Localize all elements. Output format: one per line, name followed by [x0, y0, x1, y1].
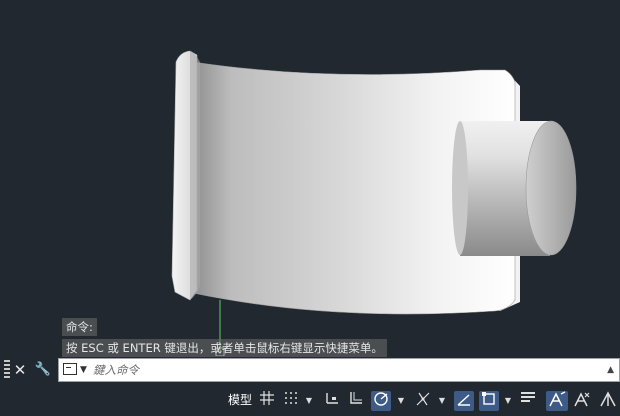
command-history-prompt: 按 ESC 或 ENTER 键退出，或者单击鼠标右键显示快捷菜单。	[62, 339, 387, 357]
ortho-mode-icon[interactable]	[346, 391, 366, 411]
annotation-scale-alt-icon[interactable]	[598, 391, 618, 411]
grid-display-icon[interactable]	[257, 391, 277, 411]
object-snap-dropdown-icon[interactable]: ▼	[503, 391, 513, 411]
drawing-viewport[interactable]: 命令: 按 ESC 或 ENTER 键退出，或者单击鼠标右键显示快捷菜单。	[0, 0, 620, 357]
annotation-scale-icon[interactable]	[572, 391, 592, 411]
autoscale-icon[interactable]	[546, 391, 568, 411]
isodraft-dropdown-icon[interactable]: ▼	[437, 391, 447, 411]
customize-wrench-icon[interactable]: 🔧	[33, 359, 53, 381]
close-icon[interactable]: ✕	[10, 359, 30, 381]
history-expand-button[interactable]: ▲	[607, 360, 614, 380]
object-snap-icon[interactable]	[479, 391, 499, 411]
model-space-tab[interactable]: 模型	[226, 390, 254, 410]
command-input-box[interactable]: ▼ ▲	[58, 358, 620, 382]
infer-constraints-icon[interactable]	[322, 391, 342, 411]
command-history-line: 命令:	[62, 318, 97, 336]
cylinder-end-cap	[525, 120, 577, 256]
object-snap-tracking-icon[interactable]	[454, 391, 474, 411]
snap-mode-icon[interactable]	[281, 391, 301, 411]
isodraft-icon[interactable]	[413, 391, 433, 411]
command-prompt-icon[interactable]	[63, 363, 77, 375]
command-line-bar: ✕ 🔧 ▼ ▲	[0, 357, 620, 383]
snap-mode-dropdown-icon[interactable]: ▼	[304, 391, 314, 411]
polar-tracking-dropdown-icon[interactable]: ▼	[396, 391, 406, 411]
command-input[interactable]	[93, 361, 593, 379]
solid-model	[171, 50, 577, 356]
recent-commands-dropdown[interactable]: ▼	[80, 360, 87, 380]
status-bar: 模型 ▼ ▼ ▼ ▼	[0, 384, 620, 416]
lineweight-icon[interactable]	[518, 391, 538, 411]
polar-tracking-icon[interactable]	[371, 391, 391, 411]
